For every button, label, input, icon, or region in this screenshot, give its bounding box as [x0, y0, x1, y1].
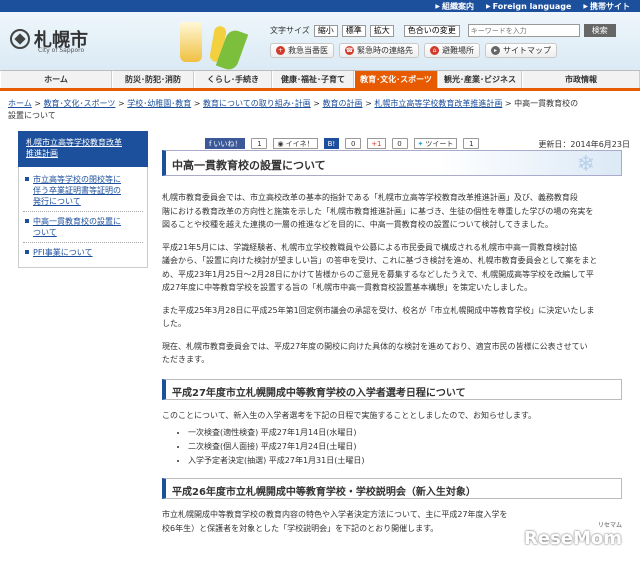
schedule-item: 二次検査(個人面接) 平成27年1月24日(土曜日) [188, 440, 622, 454]
evacuation-icon: ⌂ [430, 46, 439, 55]
emergency-doctor-button[interactable]: + 救急当番医 [270, 43, 334, 58]
text-size-label: 文字サイズ [270, 26, 310, 35]
crumb-home[interactable]: ホーム [8, 99, 32, 108]
schedule-item: 一次検査(適性検査) 平成27年1月14日(水曜日) [188, 426, 622, 440]
foreign-language-link[interactable]: ▶ Foreign language [486, 2, 571, 11]
tweet-button[interactable]: ✦ ツイート [413, 138, 458, 149]
sidebar-item-integrated-school[interactable]: 中高一貫教育校の設置に ついて [23, 216, 143, 238]
sidebar-item-certificate[interactable]: 市立高等学校の閉校等に 伴う卒業証明書等証明の 発行について [23, 174, 143, 207]
emergency-contact-button[interactable]: ☎ 緊急時の連絡先 [339, 43, 419, 58]
text-size-normal-button[interactable]: 標準 [341, 24, 366, 37]
site-header: 札幌市 City of Sapporo 文字サイズ 縮小 標準 拡大 色合いの変… [0, 12, 640, 73]
updated-date: 更新日：2014年6月23日 [538, 140, 630, 149]
sidebar-list: 市立高等学校の閉校等に 伴う卒業証明書等証明の 発行について 中高一貫教育校の設置に… [18, 167, 148, 268]
beer-glass-icon [180, 22, 202, 62]
mobile-site-link[interactable]: ▶ 携帯サイト [583, 1, 630, 12]
global-nav: ホーム 防災･防犯･消防 くらし･手続き 健康･福祉･子育て 教育･文化･スポー… [0, 70, 640, 91]
selection-intro: このことについて、新入生の入学者選考を下記の日程で実施することとしましたので、お… [162, 410, 537, 420]
resemom-watermark: ReseMom リセマム [524, 522, 623, 549]
nav-safety[interactable]: 防災･防犯･消防 [112, 71, 194, 88]
section-heading-selection: 平成27年度市立札幌開成中等教育学校の入学者選考日程について [162, 378, 622, 400]
header-decoration-image [120, 16, 260, 73]
hatena-bookmark-button[interactable]: B! [323, 138, 340, 149]
search-button[interactable]: 検索 [583, 24, 616, 37]
section-heading-briefing: 平成26年度市立札幌開成中等教育学校・学校説明会（新入生対象） [162, 478, 622, 499]
main-content: 中高一貫教育校の設置について ❄ 札幌市教育委員会では、市立高校改革の基本的指針… [162, 150, 622, 535]
breadcrumb: ホーム > 教育･文化･スポーツ > 学校･幼稚園･教育 > 教育についての取り… [8, 99, 579, 120]
sidebar: 札幌市立高等学校教育改革 推進計画 市立高等学校の閉校等に 伴う卒業証明書等証明の発… [18, 131, 148, 268]
phone-icon: ☎ [345, 46, 354, 55]
social-buttons: f いいね！ 1 ◉ イイネ！ B! 0 +1 0 ✦ ツイート 1 [205, 138, 480, 149]
nav-city-info[interactable]: 市政情報 [522, 71, 640, 88]
history-paragraph: 平成21年5月には、学識経験者、札幌市立学校教職員や公募による市民委員で構成され… [162, 242, 598, 293]
nav-living[interactable]: くらし･手続き [194, 71, 272, 88]
sitemap-icon: ▸ [491, 46, 500, 55]
page-title: 中高一貫教育校の設置について ❄ [162, 150, 622, 177]
intro-paragraph: 札幌市教育委員会では、市立高校改革の基本的指針である「札幌市立高等学校教育改革推… [162, 193, 594, 229]
facebook-like-button[interactable]: f いいね！ [205, 138, 246, 149]
school-name-paragraph: また平成25年3月28日に平成25年第1回定例市議会の承認を受け、校名が「市立札… [162, 305, 595, 329]
text-size-small-button[interactable]: 縮小 [313, 24, 338, 37]
mixi-check-button[interactable]: ◉ イイネ！ [273, 138, 318, 149]
city-emblem-icon [10, 29, 30, 49]
nav-education[interactable]: 教育･文化･スポーツ [354, 71, 438, 88]
search-input[interactable] [467, 24, 580, 37]
google-plus-count: 0 [391, 138, 408, 149]
crumb-current-cont: 設置について [8, 111, 56, 120]
twitter-icon: ✦ [417, 139, 424, 148]
top-utility-bar: ▶ 組織案内 ▶ Foreign language ▶ 携帯サイト [0, 0, 640, 12]
org-guide-link[interactable]: ▶ 組織案内 [435, 1, 474, 12]
sapporo-logo[interactable]: 札幌市 City of Sapporo [10, 26, 88, 54]
facebook-icon: f [209, 139, 212, 148]
schedule-list: 一次検査(適性検査) 平成27年1月14日(水曜日) 二次検査(個人面接) 平成… [162, 426, 622, 468]
schedule-item: 入学予定者決定(抽選) 平成27年1月31日(土曜日) [188, 454, 622, 468]
nav-tourism[interactable]: 観光･産業･ビジネス [438, 71, 522, 88]
hatena-count: 0 [345, 138, 362, 149]
google-plus-icon: +1 [371, 139, 382, 148]
crumb-initiatives[interactable]: 教育についての取り組み･計画 [203, 99, 311, 108]
evacuation-site-button[interactable]: ⌂ 避難場所 [424, 43, 480, 58]
crumb-education-culture[interactable]: 教育･文化･スポーツ [44, 99, 116, 108]
sidebar-heading[interactable]: 札幌市立高等学校教育改革 推進計画 [18, 131, 148, 167]
sitemap-button[interactable]: ▸ サイトマップ [485, 43, 557, 58]
crumb-school[interactable]: 学校･幼稚園･教育 [127, 99, 191, 108]
nav-health[interactable]: 健康･福祉･子育て [272, 71, 354, 88]
google-plus-button[interactable]: +1 [367, 138, 386, 149]
sidebar-item-pfi[interactable]: PFI事業について [23, 247, 143, 258]
facebook-count: 1 [251, 138, 268, 149]
nav-home[interactable]: ホーム [0, 71, 112, 88]
snowflake-icon: ❄ [576, 152, 595, 177]
crumb-reform-plan[interactable]: 札幌市立高等学校教育改革推進計画 [374, 99, 502, 108]
text-size-large-button[interactable]: 拡大 [369, 24, 394, 37]
crumb-current: 中高一貫教育校の [514, 99, 579, 108]
mixi-icon: ◉ [277, 139, 284, 148]
color-change-button[interactable]: 色合いの変更 [403, 24, 460, 37]
current-status-paragraph: 現在、札幌市教育委員会では、平成27年度の開校に向けた具体的な検討を進めており、… [162, 341, 588, 365]
tweet-count: 1 [463, 138, 480, 149]
medical-cross-icon: + [276, 46, 285, 55]
logo-subtitle: City of Sapporo [38, 47, 85, 54]
crumb-plan[interactable]: 教育の計画 [323, 99, 363, 108]
